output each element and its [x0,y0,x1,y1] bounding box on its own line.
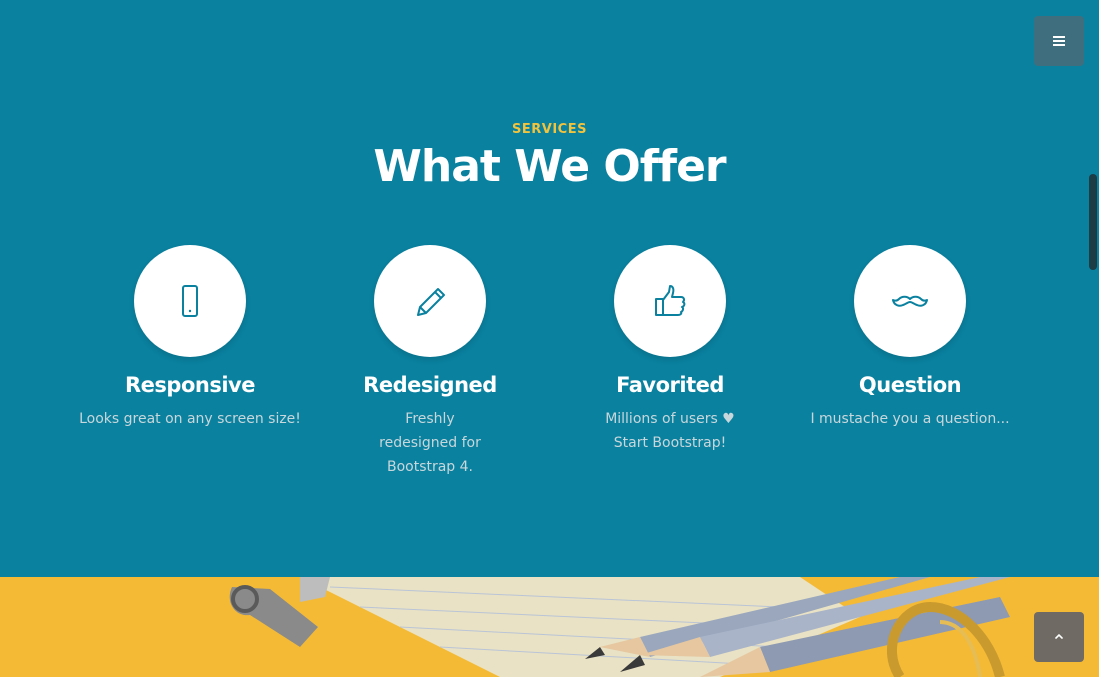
back-to-top-button[interactable] [1034,612,1084,662]
scrollbar-thumb[interactable] [1089,174,1097,270]
desk-photo-illustration [0,577,1099,677]
service-name: Responsive [125,373,255,397]
heart-icon: ♥ [722,411,735,427]
service-description: Freshly redesigned for Bootstrap 4. [379,411,481,475]
service-icon-circle [374,245,486,357]
service-name: Redesigned [363,373,497,397]
section-eyebrow: SERVICES [512,122,587,137]
service-favorited: Favorited Millions of users ♥ Start Boot… [550,245,790,455]
pencil-icon [417,288,445,316]
hamburger-icon [1053,34,1065,48]
description-text: Millions of users [605,411,718,427]
service-icon-circle [854,245,966,357]
service-name: Question [858,373,962,397]
service-responsive: Responsive Looks great on any screen siz… [70,245,310,431]
service-redesigned: Redesigned Freshly redesigned for Bootst… [310,245,550,479]
service-icon-circle [134,245,246,357]
chevron-up-icon [1055,634,1063,639]
services-section: SERVICES What We Offer Responsive Looks … [0,0,1099,577]
service-description: Looks great on any screen size! [79,411,301,427]
service-icon-circle [614,245,726,357]
desk-photo [0,577,1099,677]
thumbs-up-icon [655,285,686,316]
menu-toggle-button[interactable] [1034,16,1084,66]
service-question: Question I mustache you a question... [790,245,1030,431]
service-description: I mustache you a question... [810,411,1010,427]
smartphone-icon [182,285,198,317]
service-description: Millions of users ♥ Start Bootstrap! [550,407,790,455]
service-name: Favorited [616,373,724,397]
mustache-icon [892,295,928,307]
section-title: What We Offer [373,141,726,192]
description-text: Start Bootstrap! [613,435,727,451]
